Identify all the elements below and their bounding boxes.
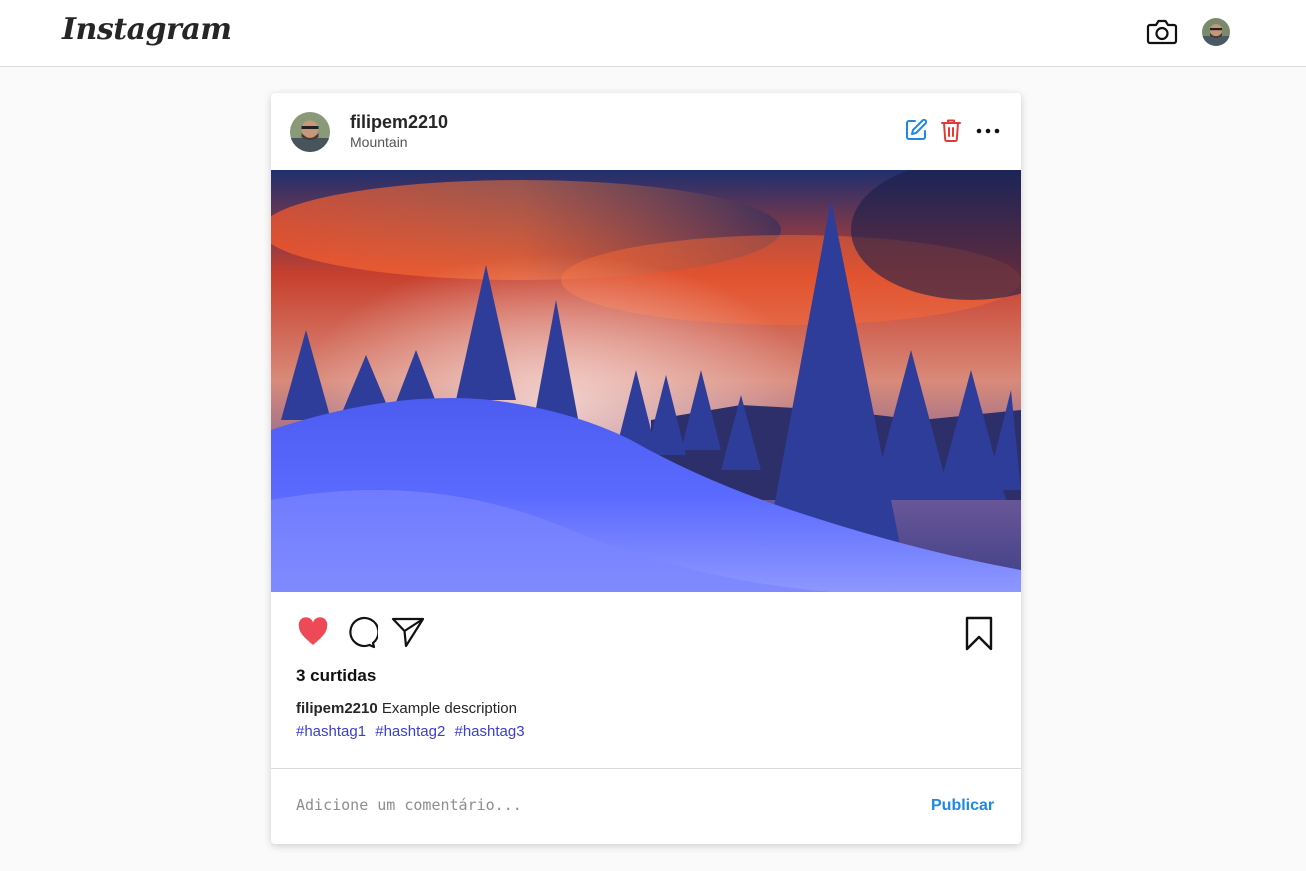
post-actions <box>271 592 1021 662</box>
caption-text: Example description <box>381 700 517 717</box>
post-card: filipem2210 Mountain 3 curtidas filipem2… <box>271 93 1021 844</box>
profile-avatar[interactable] <box>1202 18 1230 46</box>
divider <box>271 768 1021 769</box>
instagram-logo[interactable]: Instagram <box>62 12 232 47</box>
post-location: Mountain <box>350 134 408 150</box>
heart-icon[interactable] <box>297 616 329 648</box>
post-caption: filipem2210 Example description <box>296 700 517 717</box>
more-icon[interactable] <box>976 121 1000 141</box>
hashtag-list: #hashtag1 #hashtag2 #hashtag3 <box>296 723 530 740</box>
post-header: filipem2210 Mountain <box>271 93 1021 170</box>
likes-count: 3 curtidas <box>296 666 377 685</box>
comment-input[interactable] <box>296 791 896 819</box>
publish-button[interactable]: Publicar <box>931 797 994 815</box>
hashtag-link[interactable]: #hashtag2 <box>375 723 445 740</box>
post-username[interactable]: filipem2210 <box>350 112 448 133</box>
top-navigation-bar: Instagram <box>0 0 1306 67</box>
post-image[interactable] <box>271 170 1021 592</box>
hashtag-link[interactable]: #hashtag1 <box>296 723 366 740</box>
hashtag-link[interactable]: #hashtag3 <box>455 723 525 740</box>
camera-icon[interactable] <box>1146 17 1178 47</box>
edit-icon[interactable] <box>904 118 928 142</box>
share-icon[interactable] <box>391 616 425 648</box>
comment-icon[interactable] <box>344 616 380 650</box>
trash-icon[interactable] <box>940 118 962 142</box>
bookmark-icon[interactable] <box>964 616 994 652</box>
caption-username[interactable]: filipem2210 <box>296 700 378 717</box>
post-author-avatar[interactable] <box>290 112 330 152</box>
